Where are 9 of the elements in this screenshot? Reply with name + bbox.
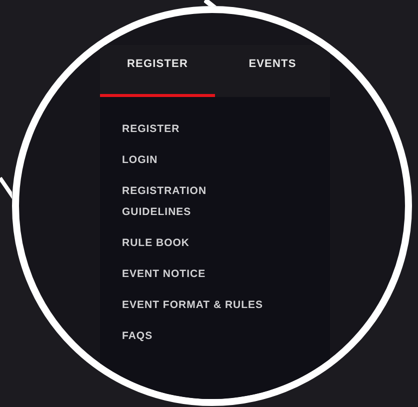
menu-item[interactable]: EVENT NOTICE	[122, 264, 206, 285]
menu-item[interactable]: FAQS	[122, 326, 153, 347]
tab[interactable]: EVENTS	[215, 45, 330, 97]
menu-item[interactable]: LOGIN	[122, 150, 158, 171]
menu-item[interactable]: REGISTRATION GUIDELINES	[122, 181, 207, 223]
menu-item[interactable]: REGISTER	[122, 119, 180, 140]
menu-item[interactable]: EVENT FORMAT & RULES	[122, 295, 264, 316]
tab[interactable]: REGISTER	[100, 45, 215, 97]
menu-item[interactable]: RULE BOOK	[122, 233, 190, 254]
